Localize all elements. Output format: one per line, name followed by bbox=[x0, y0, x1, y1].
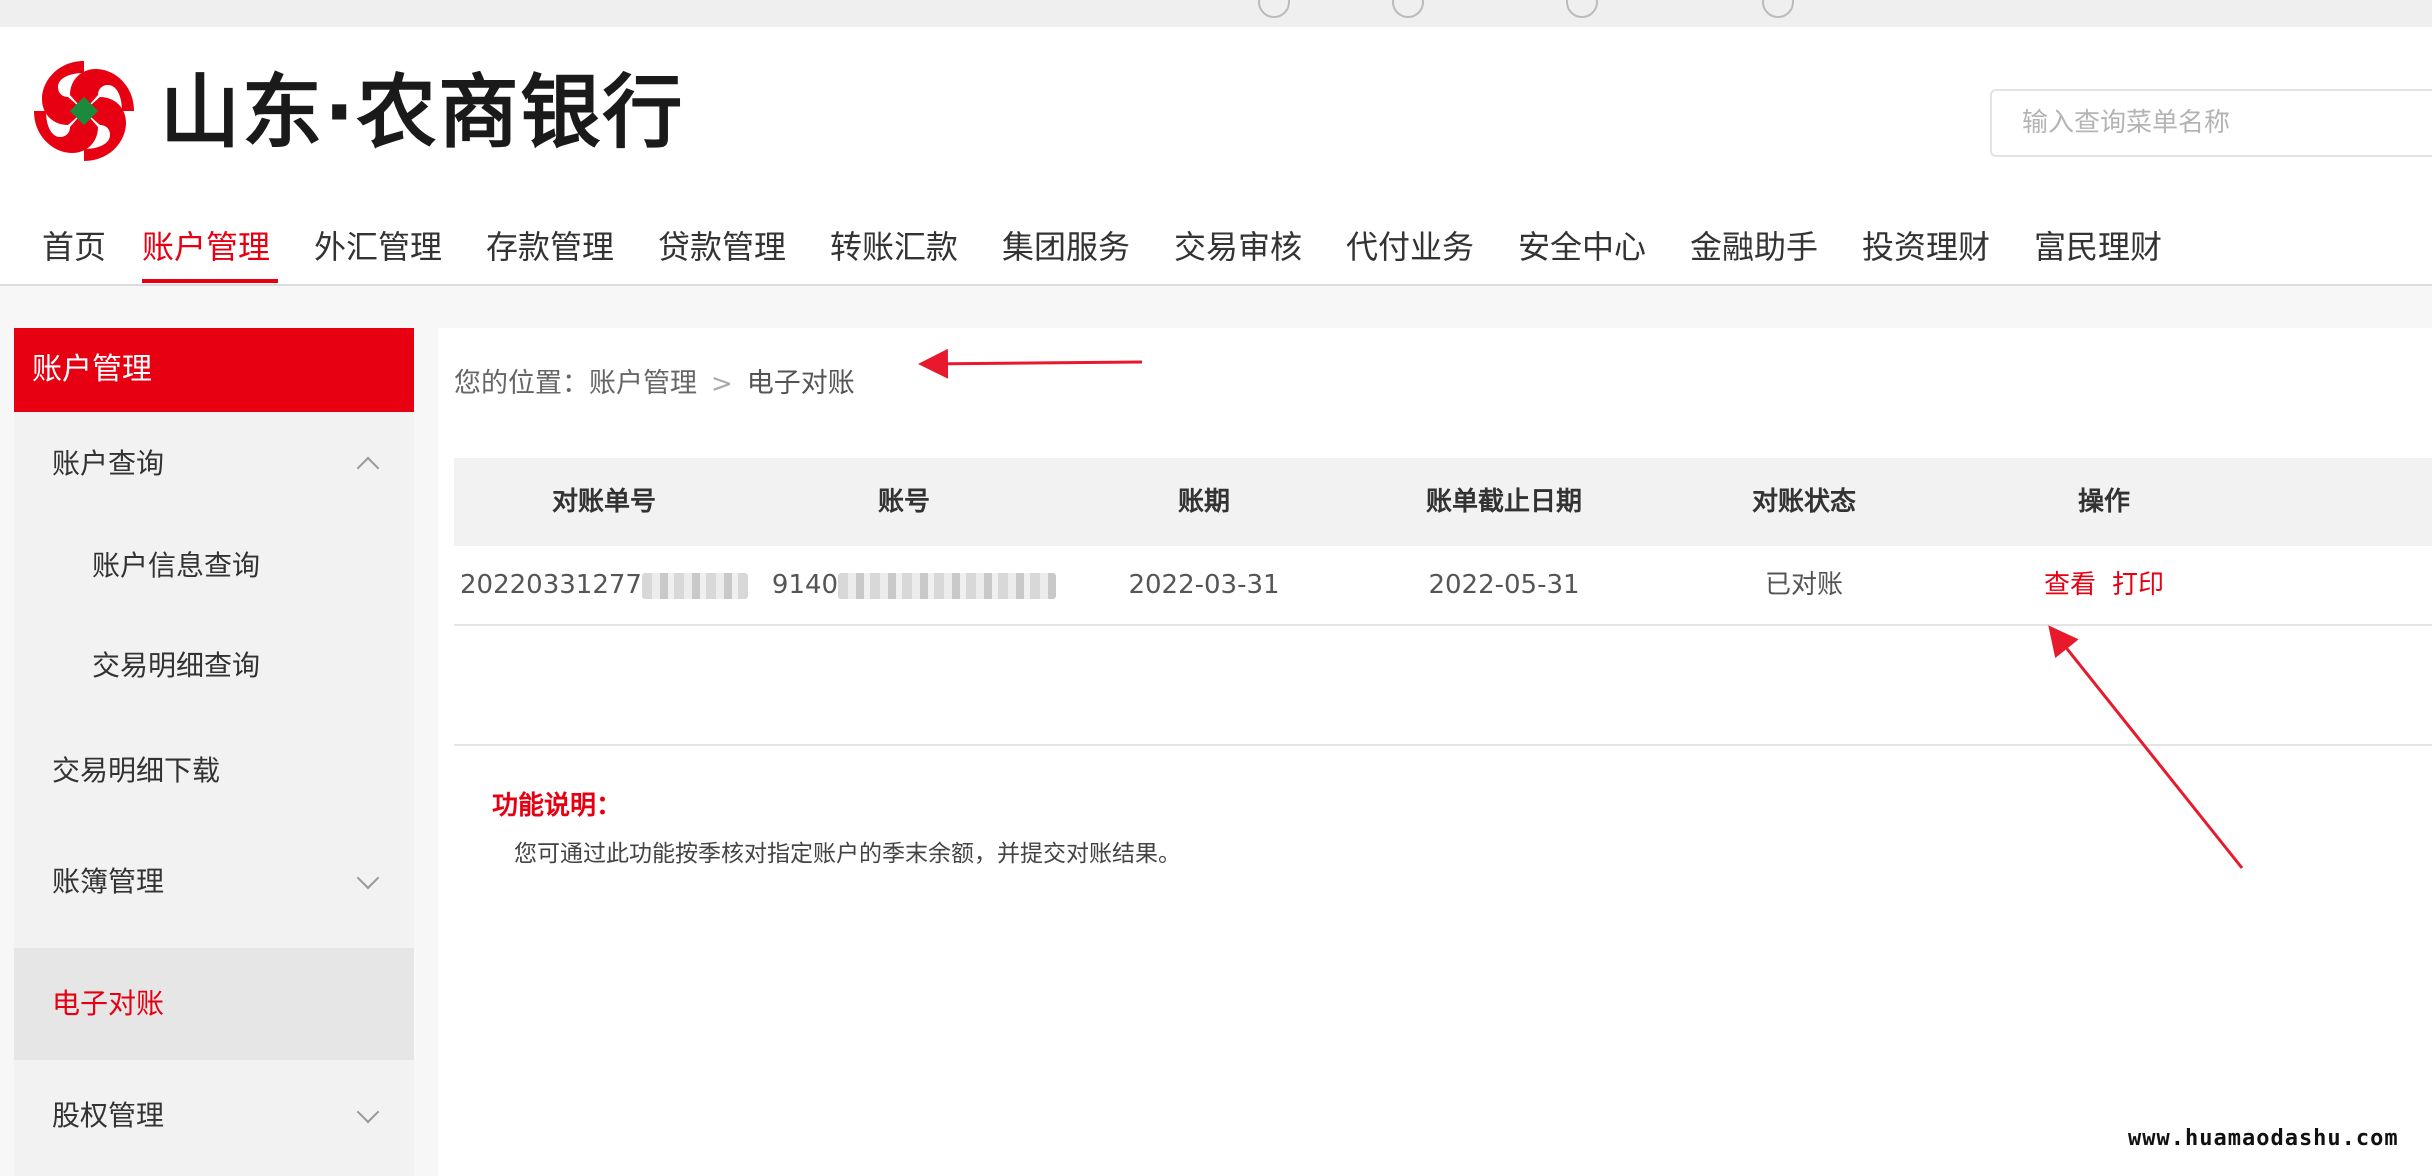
nav-active-underline bbox=[142, 279, 278, 283]
sidebar-item-e-reconciliation[interactable]: 电子对账 bbox=[14, 948, 414, 1060]
top-strip bbox=[0, 0, 2432, 27]
chevron-down-icon bbox=[356, 866, 380, 890]
column-header-account: 账号 bbox=[877, 487, 930, 517]
sidebar-item-ledger-management[interactable]: 账簿管理 bbox=[14, 826, 414, 938]
account-visible: 9140 bbox=[771, 570, 839, 600]
cell-statement-no: 20220331277 bbox=[454, 546, 754, 624]
sidebar-item-transaction-detail-download[interactable]: 交易明细下载 bbox=[14, 716, 414, 826]
nav-item-home[interactable]: 首页 bbox=[42, 224, 106, 270]
breadcrumb-separator: > bbox=[711, 369, 733, 399]
table-header: 对账单号 账号 账期 账单截止日期 对账状态 操作 bbox=[454, 458, 2432, 546]
view-link[interactable]: 查看 bbox=[2044, 570, 2096, 600]
nav-item-transaction-review[interactable]: 交易审核 bbox=[1174, 224, 1302, 270]
cell-period: 2022-03-31 bbox=[1128, 570, 1280, 600]
column-header-due-date: 账单截止日期 bbox=[1425, 487, 1582, 517]
site-header: 山东·农商银行 首页 账户管理 外汇管理 存款管理 贷款管理 转账汇款 集团服务… bbox=[0, 27, 2432, 285]
breadcrumb: 您的位置：账户管理 > 电子对账 bbox=[454, 364, 855, 404]
cell-status: 已对账 bbox=[1764, 570, 1843, 600]
table-row: 20220331277 9140 2022-03-31 2022-05-31 已… bbox=[454, 546, 2432, 626]
top-icon[interactable] bbox=[1762, 0, 1794, 18]
nav-item-deposit-management[interactable]: 存款管理 bbox=[486, 224, 614, 270]
sidebar-item-label: 交易明细下载 bbox=[52, 754, 221, 787]
breadcrumb-parent[interactable]: 账户管理 bbox=[589, 368, 697, 399]
sidebar-item-label: 电子对账 bbox=[52, 987, 165, 1020]
top-icon[interactable] bbox=[1392, 0, 1424, 18]
statement-no-visible: 20220331277 bbox=[460, 570, 642, 600]
sidebar-item-label: 账户信息查询 bbox=[92, 549, 261, 582]
bank-logo-icon bbox=[34, 61, 134, 161]
section-divider bbox=[454, 744, 2432, 746]
column-header-statement-no: 对账单号 bbox=[551, 487, 656, 517]
cell-actions: 查看 打印 bbox=[1954, 546, 2254, 624]
nav-item-group-services[interactable]: 集团服务 bbox=[1002, 224, 1130, 270]
chevron-up-icon bbox=[356, 456, 380, 480]
sidebar-item-label: 账簿管理 bbox=[52, 865, 165, 898]
nav-item-loan-management[interactable]: 贷款管理 bbox=[658, 224, 786, 270]
main-nav: 首页 账户管理 外汇管理 存款管理 贷款管理 转账汇款 集团服务 交易审核 代付… bbox=[0, 212, 2432, 285]
nav-item-investment[interactable]: 投资理财 bbox=[1862, 224, 1990, 270]
sidebar-item-transaction-detail-query[interactable]: 交易明细查询 bbox=[14, 616, 414, 716]
top-icon[interactable] bbox=[1566, 0, 1598, 18]
sidebar-item-label: 股权管理 bbox=[52, 1099, 165, 1132]
sidebar-item-equity-management[interactable]: 股权管理 bbox=[14, 1060, 414, 1172]
watermark: www.huamaodashu.com bbox=[2128, 1126, 2399, 1151]
masked-text bbox=[838, 572, 1057, 599]
sidebar-item-label: 交易明细查询 bbox=[92, 649, 261, 682]
nav-item-finance-assistant[interactable]: 金融助手 bbox=[1690, 224, 1818, 270]
cell-due-date: 2022-05-31 bbox=[1428, 570, 1580, 600]
nav-item-forex-management[interactable]: 外汇管理 bbox=[314, 224, 442, 270]
print-link[interactable]: 打印 bbox=[2112, 570, 2164, 600]
menu-search-input[interactable] bbox=[1990, 89, 2432, 157]
nav-item-transfer-remittance[interactable]: 转账汇款 bbox=[830, 224, 958, 270]
nav-item-account-management[interactable]: 账户管理 bbox=[142, 224, 270, 270]
top-icon[interactable] bbox=[1258, 0, 1290, 18]
sidebar-title: 账户管理 bbox=[14, 328, 414, 412]
note-title: 功能说明： bbox=[492, 791, 623, 821]
column-header-status: 对账状态 bbox=[1751, 487, 1856, 517]
column-header-actions: 操作 bbox=[2077, 487, 2130, 517]
sidebar: 账户管理 账户查询 账户信息查询 交易明细查询 交易明细下载 账簿管理 电子对账… bbox=[14, 328, 414, 1176]
breadcrumb-current: 电子对账 bbox=[746, 368, 855, 399]
header-divider bbox=[0, 284, 2432, 286]
masked-text bbox=[641, 572, 748, 599]
sidebar-item-label: 账户查询 bbox=[52, 447, 165, 480]
nav-item-payment-agency[interactable]: 代付业务 bbox=[1346, 224, 1474, 270]
brand-name: 山东·农商银行 bbox=[160, 66, 685, 159]
nav-item-fumin-wealth[interactable]: 富民理财 bbox=[2034, 224, 2162, 270]
column-header-period: 账期 bbox=[1177, 487, 1230, 517]
note-text: 您可通过此功能按季核对指定账户的季末余额，并提交对账结果。 bbox=[514, 841, 1181, 867]
main-content: 您的位置：账户管理 > 电子对账 对账单号 账号 账期 账单截止日期 对账状态 操作… bbox=[438, 328, 2432, 1176]
breadcrumb-prefix: 您的位置： bbox=[454, 368, 589, 399]
sidebar-item-account-info-query[interactable]: 账户信息查询 bbox=[14, 516, 414, 616]
chevron-down-icon bbox=[356, 1100, 380, 1124]
nav-item-security-center[interactable]: 安全中心 bbox=[1518, 224, 1646, 270]
sidebar-item-account-query[interactable]: 账户查询 bbox=[14, 412, 414, 516]
cell-account: 9140 bbox=[754, 546, 1074, 624]
